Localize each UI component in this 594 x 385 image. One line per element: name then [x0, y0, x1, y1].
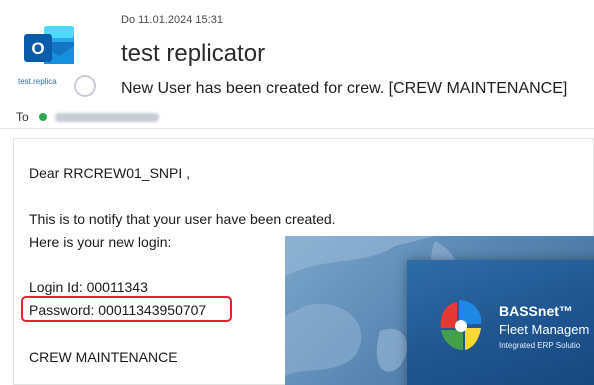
to-label: To [16, 110, 29, 124]
header-divider [0, 128, 594, 129]
to-row: To [16, 110, 159, 124]
greeting-text: Dear RRCREW01_SNPI , [29, 165, 191, 181]
email-subject: New User has been created for crew. [CRE… [121, 80, 568, 97]
sender-name[interactable]: test replicator [121, 40, 265, 68]
notify-text: This is to notify that your user have be… [29, 211, 336, 227]
login-id-text: Login Id: 00011343 [29, 279, 148, 295]
recipient-redacted[interactable] [54, 112, 159, 122]
banner-tagline: Integrated ERP Solutio [499, 341, 581, 350]
email-date: Do 11.01.2024 15:31 [121, 14, 223, 26]
bassnet-logo-icon [440, 300, 482, 350]
sender-avatar[interactable]: O test.replica [14, 22, 100, 100]
bassnet-banner-image: BASSnet™ Fleet Managem Integrated ERP So… [285, 236, 594, 385]
password-text: Password: 00011343950707 [29, 302, 207, 318]
outlook-icon: O [24, 26, 74, 64]
department-text: CREW MAINTENANCE [29, 349, 178, 365]
avatar-label: test.replica [18, 77, 57, 86]
bassnet-card: BASSnet™ Fleet Managem Integrated ERP So… [407, 260, 594, 385]
login-intro-text: Here is your new login: [29, 234, 172, 250]
email-header: O test.replica Do 11.01.2024 15:31 test … [0, 0, 594, 130]
banner-subtitle: Fleet Managem [499, 322, 590, 337]
presence-status-icon [74, 75, 96, 97]
svg-text:O: O [31, 39, 44, 58]
recipient-status-icon [38, 113, 47, 121]
banner-title: BASSnet™ [499, 303, 573, 319]
